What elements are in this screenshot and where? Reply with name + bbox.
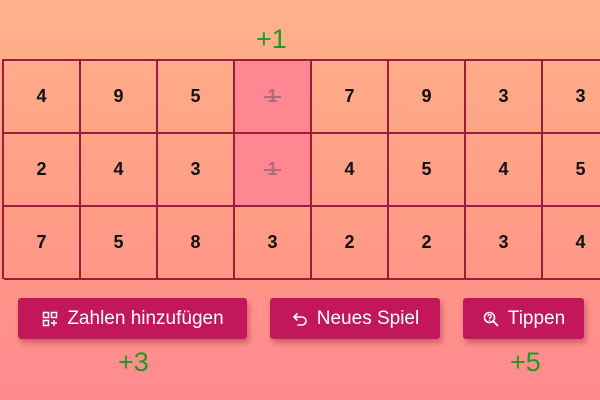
cell-value: 3 [498, 86, 509, 106]
grid-cell-crossed[interactable]: 1 [235, 61, 312, 134]
grid-cell[interactable]: 4 [466, 134, 543, 207]
cell-value: 4 [113, 159, 124, 179]
new-game-label: Neues Spiel [316, 307, 420, 329]
cell-value: 3 [498, 232, 509, 252]
cell-value: 2 [344, 232, 355, 252]
cell-value: 4 [498, 159, 509, 179]
cell-value: 5 [190, 86, 201, 106]
cell-value: 4 [36, 86, 47, 106]
grid-cell[interactable]: 5 [543, 134, 600, 207]
grid-cell[interactable]: 4 [81, 134, 158, 207]
grid-cell[interactable]: 4 [4, 61, 81, 134]
score-plus-right: +5 [510, 347, 541, 377]
hint-label: Tippen [507, 307, 566, 329]
action-buttons: Zahlen hinzufügen Neues Spiel Tippen [0, 298, 600, 342]
cell-value: 5 [421, 159, 432, 179]
cell-value: 2 [36, 159, 47, 179]
grid-cell[interactable]: 7 [4, 207, 81, 280]
cell-value: 4 [344, 159, 355, 179]
hint-button[interactable]: Tippen [463, 298, 584, 339]
grid-cell[interactable]: 2 [312, 207, 389, 280]
cell-value: 5 [113, 232, 124, 252]
cell-value: 9 [113, 86, 124, 106]
cell-value: 8 [190, 232, 201, 252]
add-numbers-label: Zahlen hinzufügen [67, 307, 224, 329]
grid-cell[interactable]: 9 [81, 61, 158, 134]
cell-value: 1 [267, 86, 278, 106]
grid-cell[interactable]: 4 [312, 134, 389, 207]
cell-value: 2 [421, 232, 432, 252]
magnifier-question-icon [482, 310, 500, 328]
cell-value: 4 [575, 232, 586, 252]
grid-cell[interactable]: 2 [4, 134, 81, 207]
grid-cell[interactable]: 3 [543, 61, 600, 134]
cell-value: 3 [575, 86, 586, 106]
grid-cell[interactable]: 5 [158, 61, 235, 134]
add-numbers-button[interactable]: Zahlen hinzufügen [18, 298, 247, 339]
cell-value: 9 [421, 86, 432, 106]
number-grid: 4 9 5 1 7 9 3 3 2 4 3 1 4 5 4 5 7 5 8 3 2 2 3 4 [2, 59, 600, 280]
grid-cell[interactable]: 3 [235, 207, 312, 280]
grid-cell[interactable]: 3 [158, 134, 235, 207]
grid-cell-crossed[interactable]: 1 [235, 134, 312, 207]
undo-arrow-icon [291, 310, 309, 328]
cell-value: 7 [344, 86, 355, 106]
grid-cell[interactable]: 7 [312, 61, 389, 134]
grid-cell[interactable]: 4 [543, 207, 600, 280]
new-game-button[interactable]: Neues Spiel [270, 298, 440, 339]
grid-cell[interactable]: 3 [466, 207, 543, 280]
grid-cell[interactable]: 8 [158, 207, 235, 280]
grid-cell[interactable]: 5 [389, 134, 466, 207]
cell-value: 7 [36, 232, 47, 252]
grid-cell[interactable]: 3 [466, 61, 543, 134]
score-plus-top: +1 [256, 24, 287, 54]
add-grid-icon [41, 310, 59, 328]
cell-value: 5 [575, 159, 586, 179]
score-plus-left: +3 [118, 347, 149, 377]
cell-value: 3 [190, 159, 201, 179]
grid-cell[interactable]: 9 [389, 61, 466, 134]
grid-cell[interactable]: 5 [81, 207, 158, 280]
grid-cell[interactable]: 2 [389, 207, 466, 280]
cell-value: 1 [267, 159, 278, 179]
cell-value: 3 [267, 232, 278, 252]
